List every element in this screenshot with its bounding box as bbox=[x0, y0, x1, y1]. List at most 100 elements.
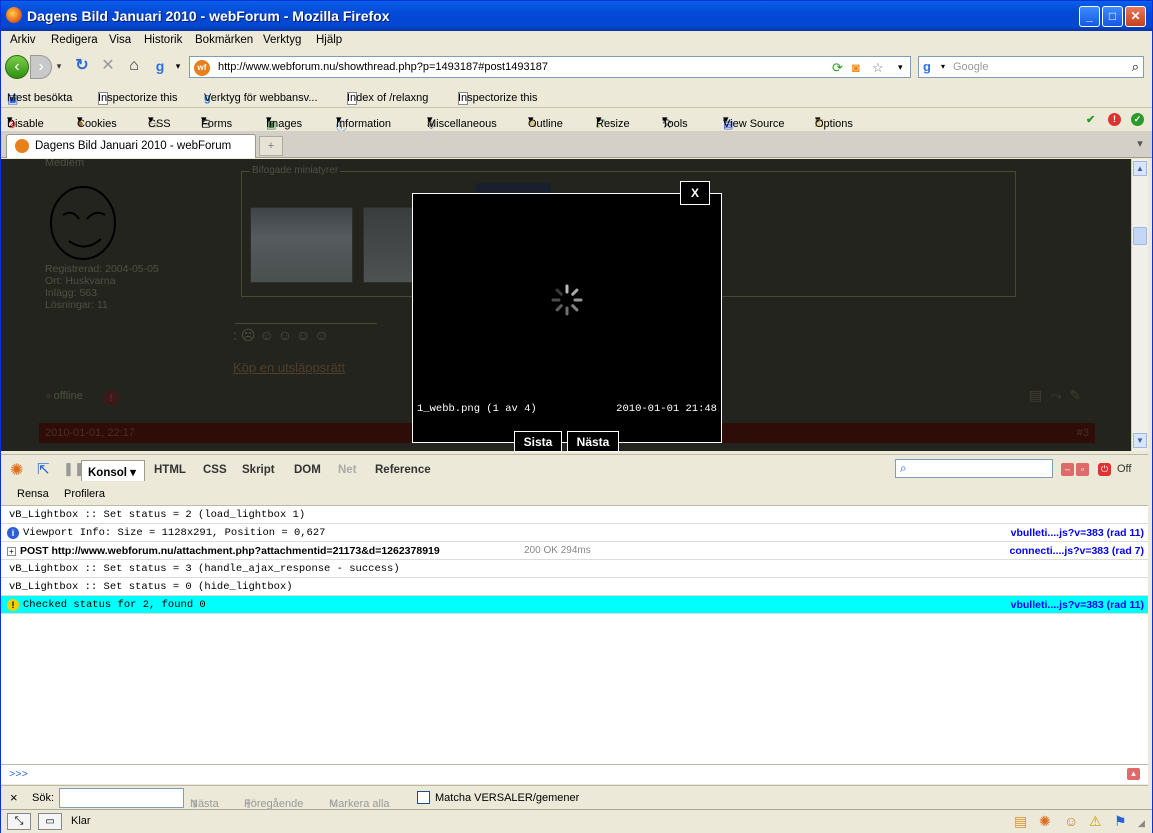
wd-options-menu[interactable]: ⚿ Options ▾ bbox=[815, 113, 853, 130]
wd-css-menu[interactable]: ▭ CSS ▾ bbox=[148, 113, 171, 131]
reload-icon[interactable]: ↻ bbox=[71, 55, 93, 79]
google-search-engine-icon[interactable]: g bbox=[923, 59, 931, 74]
wd-label: Images bbox=[266, 118, 303, 130]
css-error-icon[interactable]: ! bbox=[1108, 113, 1121, 126]
tab-konsol[interactable]: Konsol ▾ bbox=[81, 460, 145, 481]
validation-ok-icon[interactable]: ✔ bbox=[1086, 113, 1095, 126]
tab-css[interactable]: CSS bbox=[203, 464, 227, 476]
ruler-icon[interactable]: ▭ bbox=[38, 813, 62, 830]
forward-button[interactable]: › bbox=[30, 55, 52, 79]
firebug-status-icon[interactable]: ✺ bbox=[1039, 813, 1051, 830]
expand-command-line-icon[interactable]: ▴ bbox=[1127, 768, 1140, 780]
expand-icon[interactable]: + bbox=[7, 547, 16, 556]
menu-hjalp[interactable]: Hjälp bbox=[316, 34, 342, 46]
tab-dagens-bild[interactable]: Dagens Bild Januari 2010 - webForum bbox=[6, 134, 256, 158]
minimize-firebug-icon[interactable]: – bbox=[1061, 463, 1074, 476]
resize-grip-icon[interactable]: ◢ bbox=[1138, 818, 1145, 829]
inspector-icon[interactable]: ⤡ bbox=[7, 813, 31, 830]
find-label: Sök: bbox=[32, 792, 55, 804]
power-icon[interactable]: ⏻ bbox=[1098, 463, 1111, 476]
post-date: 2010-01-01, 22:17 bbox=[45, 427, 135, 439]
lightbox-last-button[interactable]: Sista bbox=[514, 431, 562, 452]
member-location: Ort: Huskvarna bbox=[45, 275, 116, 287]
tab-html[interactable]: HTML bbox=[154, 464, 186, 476]
scrollbar-thumb[interactable] bbox=[1133, 227, 1147, 245]
js-ok-icon[interactable]: ✓ bbox=[1131, 113, 1144, 126]
back-button[interactable]: ‹ bbox=[5, 55, 29, 79]
firebug-bug-icon[interactable]: ✺ bbox=[10, 460, 23, 480]
attachment-thumbnail-2[interactable] bbox=[363, 207, 415, 283]
profile-button[interactable]: Profilera bbox=[64, 488, 105, 500]
tab-reference[interactable]: Reference bbox=[375, 464, 431, 476]
stop-icon[interactable]: ✕ bbox=[97, 55, 119, 79]
wd-forms-menu[interactable]: ☰ Forms ▾ bbox=[201, 113, 232, 131]
close-findbar-icon[interactable]: × bbox=[10, 790, 18, 805]
bookmark-star-icon[interactable]: ☆ bbox=[872, 60, 884, 76]
warning-status-icon[interactable]: ⚠ bbox=[1089, 813, 1102, 830]
wd-disable-menu[interactable]: ⊘ Disable ▾ bbox=[7, 113, 44, 131]
google-dropdown-icon[interactable]: ▾ bbox=[173, 55, 183, 79]
history-dropdown-icon[interactable]: ▾ bbox=[54, 55, 64, 79]
wd-miscellaneous-menu[interactable]: ◈ Miscellaneous ▾ bbox=[427, 113, 497, 131]
console-subtoolbar: Rensa Profilera bbox=[1, 484, 1148, 506]
addon-status-icon[interactable]: ⚑ bbox=[1114, 813, 1127, 830]
wd-resize-menu[interactable]: ⤢ Resize ▾ bbox=[596, 113, 630, 130]
attachment-thumbnail-3[interactable] bbox=[475, 183, 551, 193]
post-action-icons[interactable]: ▤⤳✎ bbox=[1029, 387, 1089, 404]
firebug-search-input[interactable]: ⌕ bbox=[895, 459, 1053, 478]
menu-redigera[interactable]: Redigera bbox=[51, 34, 98, 46]
tab-dom[interactable]: DOM bbox=[294, 464, 321, 476]
lightbox-next-button[interactable]: Nästa bbox=[567, 431, 619, 452]
wd-images-menu[interactable]: ▣ Images ▾ bbox=[266, 113, 302, 131]
signature-link[interactable]: Köp en utsläppsrätt bbox=[233, 360, 345, 375]
wd-cookies-menu[interactable]: ● Cookies ▾ bbox=[77, 113, 117, 130]
page-info-icon[interactable]: ▤ bbox=[1014, 813, 1027, 830]
wd-outline-menu[interactable]: ✎ Outline ▾ bbox=[528, 113, 563, 131]
menu-arkiv[interactable]: Arkiv bbox=[10, 34, 36, 46]
menu-visa[interactable]: Visa bbox=[109, 34, 131, 46]
google-toolbar-icon[interactable]: g bbox=[149, 55, 171, 79]
menu-verktyg[interactable]: Verktyg bbox=[263, 34, 301, 46]
clear-button[interactable]: Rensa bbox=[17, 488, 49, 500]
match-case-checkbox[interactable] bbox=[417, 791, 430, 804]
find-input[interactable] bbox=[59, 788, 184, 808]
match-case-label[interactable]: Matcha VERSALER/gemener bbox=[435, 792, 579, 804]
off-label[interactable]: Off bbox=[1117, 463, 1131, 475]
wd-tools-menu[interactable]: ⚒ Tools ▾ bbox=[662, 113, 688, 131]
scroll-down-icon[interactable]: ▼ bbox=[1133, 433, 1147, 448]
menu-historik[interactable]: Historik bbox=[144, 34, 182, 46]
detach-firebug-icon[interactable]: ▫ bbox=[1076, 463, 1089, 476]
engine-dropdown-icon[interactable]: ▾ bbox=[941, 62, 945, 71]
page-scrollbar[interactable]: ▲ ▼ bbox=[1131, 159, 1148, 451]
smiley-addon-icon[interactable]: ☺ bbox=[1064, 813, 1078, 829]
attachment-thumbnail-1[interactable] bbox=[250, 207, 353, 283]
url-dropdown-icon[interactable]: ▾ bbox=[898, 62, 903, 73]
tab-skript[interactable]: Skript bbox=[242, 464, 275, 476]
tab-net[interactable]: Net bbox=[338, 464, 357, 476]
url-text[interactable]: http://www.webforum.nu/showthread.php?p=… bbox=[218, 61, 548, 73]
search-icon[interactable]: ⌕ bbox=[1132, 59, 1139, 75]
close-window-button[interactable]: ✕ bbox=[1125, 6, 1146, 27]
inspect-icon[interactable]: ⇱ bbox=[37, 460, 50, 478]
command-prompt: >>> bbox=[9, 769, 28, 781]
source-link[interactable]: vbulleti....js?v=383 (rad 11) bbox=[1011, 599, 1144, 611]
rss-icon[interactable]: ◙ bbox=[852, 60, 860, 75]
url-bar[interactable]: wf http://www.webforum.nu/showthread.php… bbox=[189, 56, 911, 78]
wd-information-menu[interactable]: ⓘ Information ▾ bbox=[336, 113, 391, 133]
wd-view-source-menu[interactable]: ▤ View Source ▾ bbox=[723, 113, 785, 131]
lightbox-close-button[interactable]: X bbox=[680, 181, 710, 205]
maximize-button[interactable]: □ bbox=[1102, 6, 1123, 27]
report-post-icon[interactable]: ! bbox=[103, 390, 119, 406]
source-link[interactable]: vbulleti....js?v=383 (rad 11) bbox=[1011, 527, 1144, 539]
command-line[interactable]: >>> ▴ bbox=[1, 764, 1148, 784]
tab-list-dropdown-icon[interactable]: ▾ bbox=[1132, 137, 1148, 155]
scroll-up-icon[interactable]: ▲ bbox=[1133, 161, 1147, 176]
source-link[interactable]: connecti....js?v=383 (rad 7) bbox=[1009, 545, 1144, 557]
minimize-button[interactable]: _ bbox=[1079, 6, 1100, 27]
new-tab-button[interactable]: + bbox=[259, 136, 283, 156]
home-icon[interactable]: ⌂ bbox=[123, 55, 145, 79]
menu-bokmarken[interactable]: Bokmärken bbox=[195, 34, 253, 46]
search-box[interactable]: g ▾ Google ⌕ bbox=[918, 56, 1144, 78]
console-row-network[interactable]: + POST http://www.webforum.nu/attachment.… bbox=[1, 542, 1148, 560]
refresh-green-icon[interactable]: ⟳ bbox=[832, 60, 843, 76]
